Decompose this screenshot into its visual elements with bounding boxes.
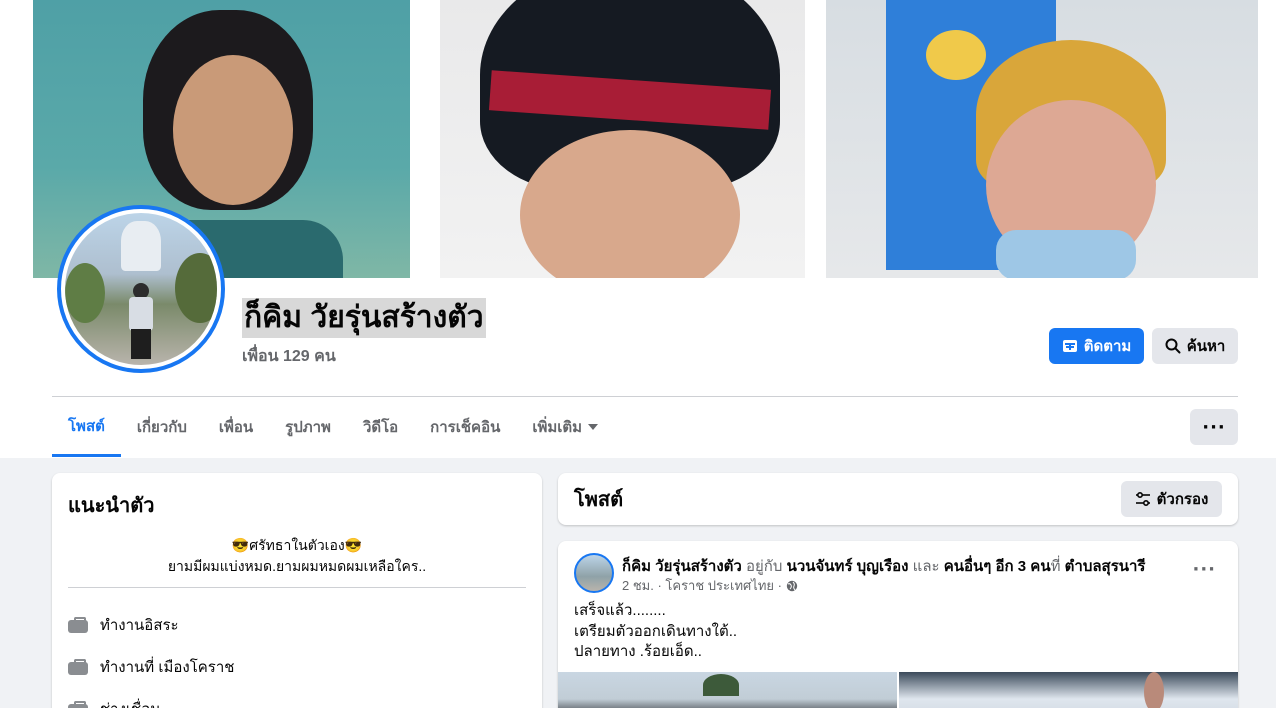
intro-item-workplace: ทำงานที่ เมืองโคราช [68,646,526,688]
tab-posts[interactable]: โพสต์ [52,398,121,457]
header-divider [52,396,1238,397]
intro-item-job: ช่างเชื่อม [68,688,526,708]
post-location[interactable]: ตำบลสุรนารี [1065,558,1146,575]
tab-about[interactable]: เกี่ยวกับ [121,398,203,456]
tab-checkins[interactable]: การเช็คอิน [414,398,516,456]
intro-title: แนะนำตัว [68,495,155,517]
ellipsis-icon: ··· [1202,416,1226,438]
post-image-1[interactable] [558,672,897,708]
bio-line-2: ยามมีผมแบ่งหมด.ยามผมหมดผมเหลือใคร.. [167,558,427,574]
cover-photo-middle [440,0,805,278]
briefcase-icon [68,659,88,675]
bio: 😎ศรัทธาในตัวเอง😎 ยามมีผมแบ่งหมด.ยามผมหมด… [68,535,526,577]
filter-label: ตัวกรอง [1156,491,1209,508]
post-card: ก็คิม วัยรุ่นสร้างตัว อยู่กับ นวนจันทร์ … [558,541,1238,708]
post-tagged-others[interactable]: คนอื่นๆ อีก 3 คน [944,558,1051,575]
filter-button[interactable]: ตัวกรอง [1121,481,1222,517]
post-author-name[interactable]: ก็คิม วัยรุ่นสร้างตัว [622,558,742,575]
tab-friends[interactable]: เพื่อน [203,398,269,456]
post-timestamp[interactable]: 2 ชม. · โคราช ประเทศไทย · [622,575,782,596]
friends-count[interactable]: เพื่อน 129 คน [242,344,336,369]
follow-label: ติดตาม [1083,338,1132,355]
briefcase-icon [68,617,88,633]
post-image-2[interactable] [899,672,1238,708]
profile-avatar[interactable] [57,205,225,373]
briefcase-icon [68,701,88,708]
follow-button[interactable]: ติดตาม [1049,328,1144,364]
post-author-avatar[interactable] [574,553,614,593]
search-label: ค้นหา [1186,338,1226,355]
post-text: เสร็จแล้ว........ เตรียมตัวออกเดินทางใต้… [574,602,738,660]
bio-line-1: 😎ศรัทธาในตัวเอง😎 [231,537,363,553]
follow-icon [1062,340,1077,352]
profile-tabs: โพสต์ เกี่ยวกับ เพื่อน รูปภาพ วิดีโอ การ… [52,398,614,458]
more-options-button[interactable]: ··· [1190,409,1238,445]
filter-icon [1135,492,1150,506]
search-button[interactable]: ค้นหา [1152,328,1238,364]
posts-header: โพสต์ ตัวกรอง [558,473,1238,525]
intro-card: แนะนำตัว 😎ศรัทธาในตัวเอง😎 ยามมีผมแบ่งหมด… [52,473,542,708]
cover-photo-right [826,0,1258,278]
intro-item-work: ทำงานอิสระ [68,604,526,646]
profile-name: ก็คิม วัยรุ่นสร้างตัว [242,298,486,338]
intro-divider [68,587,526,588]
post-options-icon[interactable]: ··· [1192,559,1216,580]
cover-photo[interactable] [33,0,1258,278]
tab-videos[interactable]: วิดีโอ [347,398,414,456]
caret-down-icon [588,424,599,430]
tab-photos[interactable]: รูปภาพ [269,398,347,456]
globe-icon [786,580,798,591]
posts-title: โพสต์ [574,489,624,511]
post-meta: 2 ชม. · โคราช ประเทศไทย · [622,575,798,596]
post-tagged-person[interactable]: นวนจันทร์ บุญเรือง [787,558,909,575]
search-icon [1165,338,1181,354]
tab-more[interactable]: เพิ่มเติม [516,398,614,456]
profile-picture [65,213,217,365]
